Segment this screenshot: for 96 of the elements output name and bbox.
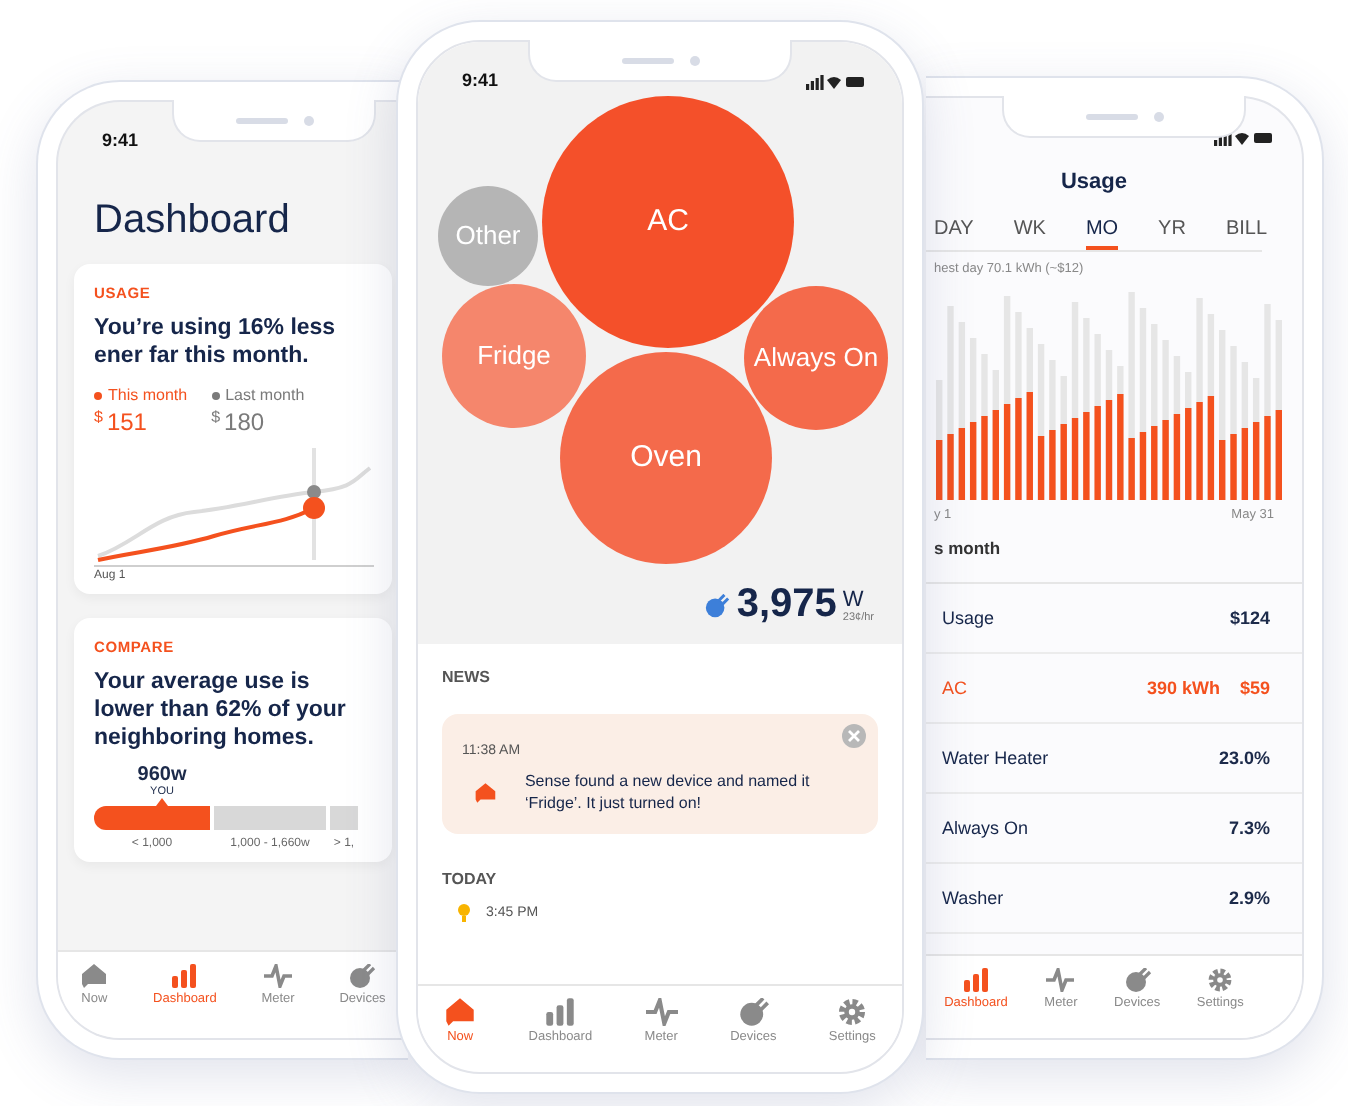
usage-row[interactable]: AC 390 kWh $59: [926, 654, 1302, 724]
usage-bar: [1162, 420, 1169, 500]
legend-label: Last month: [225, 386, 305, 404]
power-value: 3,975: [736, 582, 837, 628]
usage-bar: [1071, 418, 1079, 500]
row-value: $59: [1239, 678, 1270, 698]
usage-bar: [1105, 400, 1113, 500]
bulb-icon: [458, 904, 470, 922]
usage-bar: [1128, 438, 1135, 500]
usage-bar: [981, 416, 988, 500]
usage-bar: [958, 428, 966, 500]
close-icon: [848, 730, 860, 742]
pulse-icon: [645, 998, 678, 1026]
pulse-icon: [1046, 968, 1075, 992]
period-tab[interactable]: BILL: [1225, 218, 1268, 250]
row-value: 2.9%: [1228, 888, 1270, 908]
usage-bar: [1185, 408, 1192, 500]
usage-bubble[interactable]: Fridge: [442, 284, 586, 428]
status-icons: [1214, 130, 1274, 146]
screen-title: Usage: [1058, 168, 1130, 194]
usage-bar: [992, 410, 999, 500]
usage-bar: [1094, 406, 1101, 500]
usage-bar: [1015, 398, 1022, 500]
bar-chart-icon: [170, 964, 199, 988]
section-heading: TODAY: [442, 870, 499, 888]
news-message: Sense found a new device and named it ‘Fridge’. It just turned on!: [524, 770, 812, 814]
amount-value: 151: [106, 408, 147, 436]
row-value: $124: [1229, 608, 1270, 628]
usage-bubble[interactable]: Other: [438, 186, 538, 286]
house-icon: [444, 998, 477, 1026]
card-headline: Your average use is lower than 62% of your neighboring homes.: [94, 668, 348, 752]
usage-row[interactable]: Usage $124: [926, 584, 1302, 654]
currency-sign: $: [94, 408, 103, 426]
pulse-icon: [264, 964, 293, 988]
usage-bar: [1037, 436, 1045, 500]
usage-bar: [1264, 416, 1271, 500]
power-unit: W: [842, 587, 864, 611]
usage-bar: [1026, 392, 1033, 500]
usage-bar: [1151, 426, 1158, 500]
plug-icon: [348, 964, 377, 988]
usage-bar: [1003, 404, 1011, 500]
status-icons: [806, 74, 866, 90]
settings-icon: [836, 998, 869, 1026]
period-tab[interactable]: YR: [1158, 218, 1186, 250]
usage-bar: [969, 422, 977, 500]
period-tab[interactable]: DAY: [934, 218, 974, 250]
usage-bar: [1173, 414, 1181, 500]
usage-bar: [1252, 422, 1260, 500]
usage-row[interactable]: Water Heater 23.0%: [926, 724, 1302, 794]
status-time: 9:41: [462, 70, 499, 90]
usage-bar: [1196, 402, 1203, 500]
bar-chart-icon: [544, 998, 577, 1026]
usage-bar: [947, 434, 954, 500]
plug-icon: [704, 593, 731, 617]
amount-value: 180: [224, 408, 265, 436]
usage-bubble[interactable]: Always On: [744, 286, 888, 430]
usage-row[interactable]: Washer 2.9%: [926, 864, 1302, 934]
close-button[interactable]: [842, 724, 866, 748]
usage-bar: [1083, 412, 1090, 500]
marker-value: 960w: [137, 764, 187, 786]
period-tab[interactable]: WK: [1013, 218, 1046, 250]
row-label: AC: [942, 678, 968, 698]
row-label: Always On: [942, 818, 1029, 838]
screen-title: Dashboard: [92, 196, 292, 244]
usage-row[interactable]: Always On 7.3%: [926, 794, 1302, 864]
settings-icon: [1206, 968, 1235, 992]
plug-icon: [737, 998, 770, 1026]
card-headline: You’re using 16% less ener far this month.: [94, 314, 338, 370]
pointer-icon: [156, 798, 168, 806]
status-time: 9:41: [102, 130, 139, 150]
usage-bar: [1207, 396, 1215, 500]
usage-bar: [936, 440, 943, 500]
row-value: 390 kWh: [1146, 678, 1220, 698]
legend-label: This month: [108, 386, 188, 404]
usage-bar: [1230, 434, 1237, 500]
currency-sign: $: [211, 408, 221, 426]
row-value: 7.3%: [1228, 818, 1270, 838]
usage-bubble[interactable]: AC: [542, 96, 794, 348]
bar-chart-icon: [962, 968, 991, 992]
usage-bar: [1117, 394, 1124, 500]
period-tab[interactable]: MO: [1085, 218, 1119, 250]
usage-bar: [1275, 410, 1282, 500]
usage-bar: [1139, 432, 1147, 500]
section-heading: NEWS: [442, 668, 492, 686]
section-label: s month: [932, 536, 1003, 558]
usage-bar: [1060, 424, 1067, 500]
row-label: Water Heater: [942, 748, 1049, 768]
house-icon: [474, 777, 497, 807]
usage-bar: [1049, 430, 1056, 500]
usage-bar: [1241, 428, 1249, 500]
row-label: Washer: [942, 888, 1004, 908]
row-label: Usage: [942, 608, 995, 628]
house-icon: [80, 964, 109, 988]
row-value: 23.0%: [1218, 748, 1270, 768]
usage-bar: [1219, 440, 1226, 500]
plug-icon: [1123, 968, 1152, 992]
